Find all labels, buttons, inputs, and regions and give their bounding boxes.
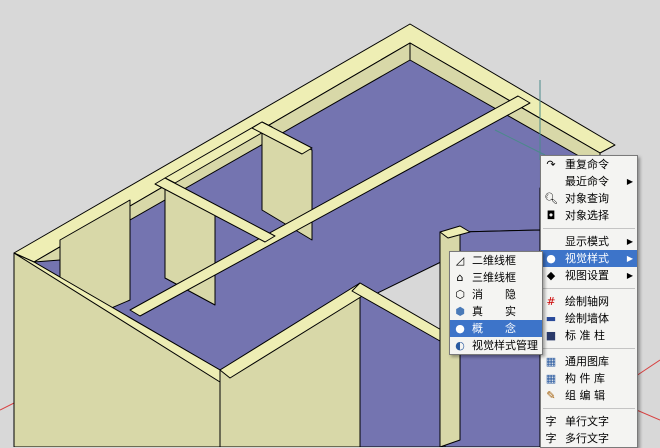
submenu-item-3d-wireframe[interactable]: ⌂ 三维线框: [450, 269, 542, 286]
context-menu: ↷ 重复命令 最近命令 ▶ 🔍︎ 对象查询 ◘ 对象选择 显示模式 ▶ ● 视觉…: [540, 155, 638, 448]
column-icon: ■: [545, 329, 557, 342]
object-select-icon: ◘: [546, 209, 556, 222]
view-settings-icon: ◆: [546, 269, 556, 282]
menu-item-component-library[interactable]: ▦ 构 件 库: [541, 370, 637, 387]
submenu-arrow-icon: ▶: [626, 271, 633, 280]
menu-separator: [543, 228, 635, 229]
3d-wireframe-icon: ⌂: [456, 271, 464, 284]
realistic-icon: ⬢: [455, 305, 465, 318]
submenu-arrow-icon: ▶: [626, 237, 633, 246]
axis-grid-icon: #: [546, 295, 556, 308]
visual-style-sphere-icon: ●: [546, 252, 556, 265]
menu-separator: [543, 348, 635, 349]
menu-separator: [543, 288, 635, 289]
building-model: [13, 23, 616, 447]
menu-item-single-line-text[interactable]: 字 单行文字: [541, 413, 637, 430]
menu-separator: [543, 408, 635, 409]
library-icon: ▦: [545, 355, 557, 368]
submenu-item-conceptual[interactable]: ● 概 念: [450, 320, 542, 337]
submenu-item-hidden[interactable]: ⬡ 消 隐: [450, 286, 542, 303]
single-line-text-icon: 字: [545, 415, 557, 428]
menu-item-visual-style[interactable]: ● 视觉样式 ▶: [541, 250, 637, 267]
menu-item-draw-wall[interactable]: ▬ 绘制墙体: [541, 310, 637, 327]
menu-item-draw-axis-grid[interactable]: # 绘制轴网: [541, 293, 637, 310]
menu-item-object-select[interactable]: ◘ 对象选择: [541, 207, 637, 224]
group-edit-icon: ✎: [546, 389, 556, 402]
hidden-icon: ⬡: [455, 288, 465, 301]
visual-style-submenu: ◿ 二维线框 ⌂ 三维线框 ⬡ 消 隐 ⬢ 真 实 ● 概 念 ◐ 视觉样式管理: [449, 251, 543, 355]
submenu-item-visual-style-manager[interactable]: ◐ 视觉样式管理: [450, 337, 542, 354]
repeat-arrow-icon: ↷: [546, 158, 556, 171]
visual-style-manager-icon: ◐: [455, 339, 465, 352]
wall-icon: ▬: [545, 312, 557, 325]
menu-item-view-settings[interactable]: ◆ 视图设置 ▶: [541, 267, 637, 284]
2d-wireframe-icon: ◿: [455, 254, 465, 267]
submenu-item-realistic[interactable]: ⬢ 真 实: [450, 303, 542, 320]
menu-item-multi-line-text[interactable]: 字 多行文字: [541, 430, 637, 447]
submenu-arrow-icon: ▶: [626, 177, 633, 186]
menu-item-repeat-command[interactable]: ↷ 重复命令: [541, 156, 637, 173]
submenu-item-2d-wireframe[interactable]: ◿ 二维线框: [450, 252, 542, 269]
submenu-arrow-icon: ▶: [626, 254, 633, 263]
multi-line-text-icon: 字: [545, 432, 557, 445]
conceptual-icon: ●: [455, 322, 465, 335]
menu-item-group-edit[interactable]: ✎ 组 编 辑: [541, 387, 637, 404]
object-query-icon: 🔍︎: [544, 192, 558, 205]
component-library-icon: ▦: [545, 372, 557, 385]
menu-item-standard-column[interactable]: ■ 标 准 柱: [541, 327, 637, 344]
menu-item-recent-commands[interactable]: 最近命令 ▶: [541, 173, 637, 190]
menu-item-general-library[interactable]: ▦ 通用图库: [541, 353, 637, 370]
menu-item-object-query[interactable]: 🔍︎ 对象查询: [541, 190, 637, 207]
menu-item-display-mode[interactable]: 显示模式 ▶: [541, 233, 637, 250]
